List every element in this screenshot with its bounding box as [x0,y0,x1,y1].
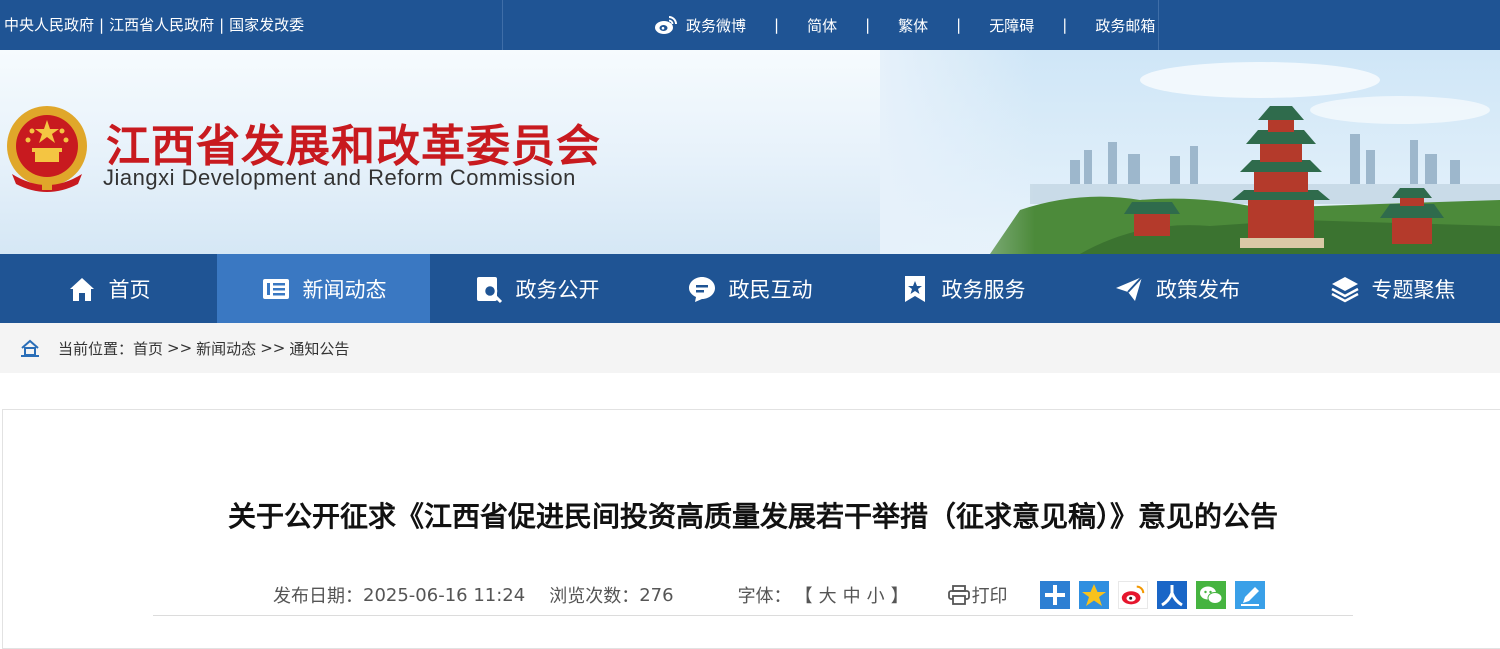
top-bar: 中央人民政府 | 江西省人民政府 | 国家发改委 政务微博 | 简体 | 繁体 | 无障… [0,0,1500,50]
pen-icon[interactable] [1234,581,1265,609]
font-bracket-open: 【 [794,586,813,607]
nav-item-home[interactable]: 首页 [0,254,217,323]
link-accessibility[interactable]: 无障碍 [989,15,1034,36]
renren-icon[interactable] [1156,581,1187,609]
wechat-icon[interactable] [1195,581,1226,609]
breadcrumb-prefix: 当前位置： [58,339,134,358]
breadcrumb-home[interactable]: 首页 [133,338,163,359]
nav-item-policy[interactable]: 政策发布 [1069,254,1285,323]
utility-links: 政务微博 | 简体 | 繁体 | 无障碍 | 政务邮箱 [654,0,1155,50]
font-size-small[interactable]: 小 [867,586,885,607]
nav-item-label: 首页 [108,277,151,302]
separator: | [774,16,780,34]
link-ndrc[interactable]: 国家发改委 [229,16,304,34]
header-banner: 江西省发展和改革委员会 Jiangxi Development and Refo… [0,50,1500,254]
breadcrumb-notice[interactable]: 通知公告 [289,338,349,359]
nav-item-label: 政民互动 [728,277,813,302]
weibo-icon [655,16,677,34]
tengwang-pavilion-image [880,50,1500,254]
nav-item-label: 新闻动态 [302,277,387,302]
print-label: 打印 [971,586,1008,607]
home-icon [21,339,39,357]
bookmark-star-icon [904,275,925,302]
weibo-icon[interactable] [1117,581,1148,609]
printer-icon [947,585,970,605]
top-divider [1158,0,1159,50]
nav-item-topics[interactable]: 专题聚焦 [1285,254,1500,323]
font-size-medium[interactable]: 中 [843,586,861,607]
share-bar [1039,581,1274,609]
top-divider [502,0,503,50]
qzone-icon[interactable] [1078,581,1109,609]
article-panel: 关于公开征求《江西省促进民间投资高质量发展若干举措（征求意见稿）》意见的公告 发… [2,409,1500,649]
link-jiangxi-gov[interactable]: 江西省人民政府 [109,16,214,34]
main-nav: 首页 新闻动态 政务公开 政民互动 政务服务 政策发布 专题聚焦 [0,254,1500,323]
gov-links: 中央人民政府 | 江西省人民政府 | 国家发改委 [4,0,304,50]
print-button[interactable]: 打印 [947,582,1008,608]
font-bracket-close: 】 [890,586,909,607]
nav-item-interaction[interactable]: 政民互动 [643,254,856,323]
layers-icon [1330,276,1359,302]
nav-item-news[interactable]: 新闻动态 [217,254,430,323]
separator: | [99,16,105,34]
nav-item-gov-affairs[interactable]: 政务公开 [430,254,643,323]
article-meta: 发布日期： 2025-06-16 11:24 浏览次数： 276 字体： 【大中… [273,580,1274,610]
share-plus-icon[interactable] [1039,581,1070,609]
separator: | [865,16,871,34]
article-title: 关于公开征求《江西省促进民间投资高质量发展若干举措（征求意见稿）》意见的公告 [227,500,1278,533]
home-icon [69,277,94,301]
view-count: 276 [639,584,674,606]
link-central-gov[interactable]: 中央人民政府 [4,16,94,34]
font-size-large[interactable]: 大 [819,586,837,607]
separator: | [956,16,962,34]
breadcrumb-arrow: >> [260,339,286,357]
nav-item-label: 专题聚焦 [1371,277,1456,302]
send-icon [1116,275,1143,301]
publish-date: 2025-06-16 11:24 [363,584,526,606]
link-gov-email[interactable]: 政务邮箱 [1095,15,1155,36]
site-subtitle-en: Jiangxi Development and Reform Commissio… [103,165,576,190]
nav-item-label: 政务公开 [515,277,600,302]
link-traditional[interactable]: 繁体 [898,15,928,36]
nav-item-label: 政策发布 [1156,277,1240,302]
weibo-link[interactable]: 政务微博 [654,15,746,36]
views-label: 浏览次数： [549,586,640,607]
document-search-icon [476,276,502,303]
font-label: 字体： [737,586,792,607]
national-emblem-logo[interactable] [4,104,90,194]
date-label: 发布日期： [273,586,363,607]
nav-item-services[interactable]: 政务服务 [856,254,1069,323]
separator: | [219,16,225,34]
link-simplified[interactable]: 简体 [807,15,837,36]
nav-item-label: 政务服务 [941,277,1026,302]
breadcrumb-news[interactable]: 新闻动态 [196,338,256,359]
chat-icon [688,276,715,302]
font-size-switch: 【大中小】 [792,582,912,608]
breadcrumb-arrow: >> [167,339,193,357]
separator: | [1062,16,1068,34]
meta-divider [153,615,1353,616]
breadcrumb: 当前位置： 首页 >> 新闻动态 >> 通知公告 [0,323,1500,373]
news-icon [262,278,289,299]
weibo-label: 政务微博 [686,16,747,35]
